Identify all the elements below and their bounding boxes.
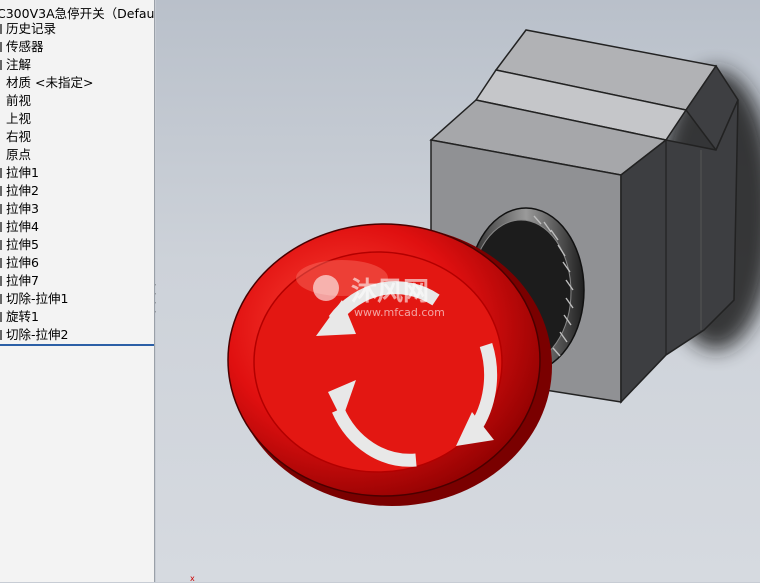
tree-item-extrude5[interactable]: 拉伸5 xyxy=(0,236,154,254)
tree-item-front-plane[interactable]: 前视 xyxy=(0,92,154,110)
tree-item-sensors[interactable]: 传感器 xyxy=(0,38,154,56)
feature-manager-tree: C300V3A急停开关（Default< 历史记录 传感器 注解 材质 <未指定… xyxy=(0,0,155,582)
watermark-main: 沐风网 xyxy=(351,277,429,307)
tree-item-origin[interactable]: 原点 xyxy=(0,146,154,164)
tree-item-extrude1[interactable]: 拉伸1 xyxy=(0,164,154,182)
tree-item-marker xyxy=(0,330,2,340)
tree-item-marker xyxy=(0,312,2,322)
tree-item-marker xyxy=(0,204,2,214)
tree-item-extrude7[interactable]: 拉伸7 xyxy=(0,272,154,290)
feature-list: 历史记录 传感器 注解 材质 <未指定> 前视 上视 右视 原点 拉伸1 拉伸2… xyxy=(0,20,154,344)
tree-item-top-plane[interactable]: 上视 xyxy=(0,110,154,128)
tree-item-cut-extrude1[interactable]: 切除-拉伸1 xyxy=(0,290,154,308)
tree-item-marker xyxy=(0,168,2,178)
tree-item-history[interactable]: 历史记录 xyxy=(0,20,154,38)
tree-item-cut-extrude2[interactable]: 切除-拉伸2 xyxy=(0,326,154,344)
tree-item-right-plane[interactable]: 右视 xyxy=(0,128,154,146)
tree-item-marker xyxy=(0,60,2,70)
emergency-stop-switch-model: 沐风网 www.mfcad.com xyxy=(227,29,760,506)
tree-item-material[interactable]: 材质 <未指定> xyxy=(0,74,154,92)
tree-item-extrude6[interactable]: 拉伸6 xyxy=(0,254,154,272)
tree-item-marker xyxy=(0,186,2,196)
mfcad-logo-icon xyxy=(313,275,339,301)
tree-item-extrude2[interactable]: 拉伸2 xyxy=(0,182,154,200)
tree-item-marker xyxy=(0,42,2,52)
tree-item-extrude4[interactable]: 拉伸4 xyxy=(0,218,154,236)
tree-item-marker xyxy=(0,222,2,232)
rollback-bar[interactable] xyxy=(0,344,154,346)
tree-item-marker xyxy=(0,276,2,286)
tree-item-extrude3[interactable]: 拉伸3 xyxy=(0,200,154,218)
tree-item-annotations[interactable]: 注解 xyxy=(0,56,154,74)
tree-item-revolve1[interactable]: 旋转1 xyxy=(0,308,154,326)
tree-item-marker xyxy=(0,258,2,268)
tree-item-marker xyxy=(0,294,2,304)
graphics-viewport[interactable]: 沐风网 www.mfcad.com xyxy=(156,0,760,582)
watermark-sub: www.mfcad.com xyxy=(354,306,445,319)
tree-item-marker xyxy=(0,240,2,250)
tree-item-marker xyxy=(0,24,2,34)
